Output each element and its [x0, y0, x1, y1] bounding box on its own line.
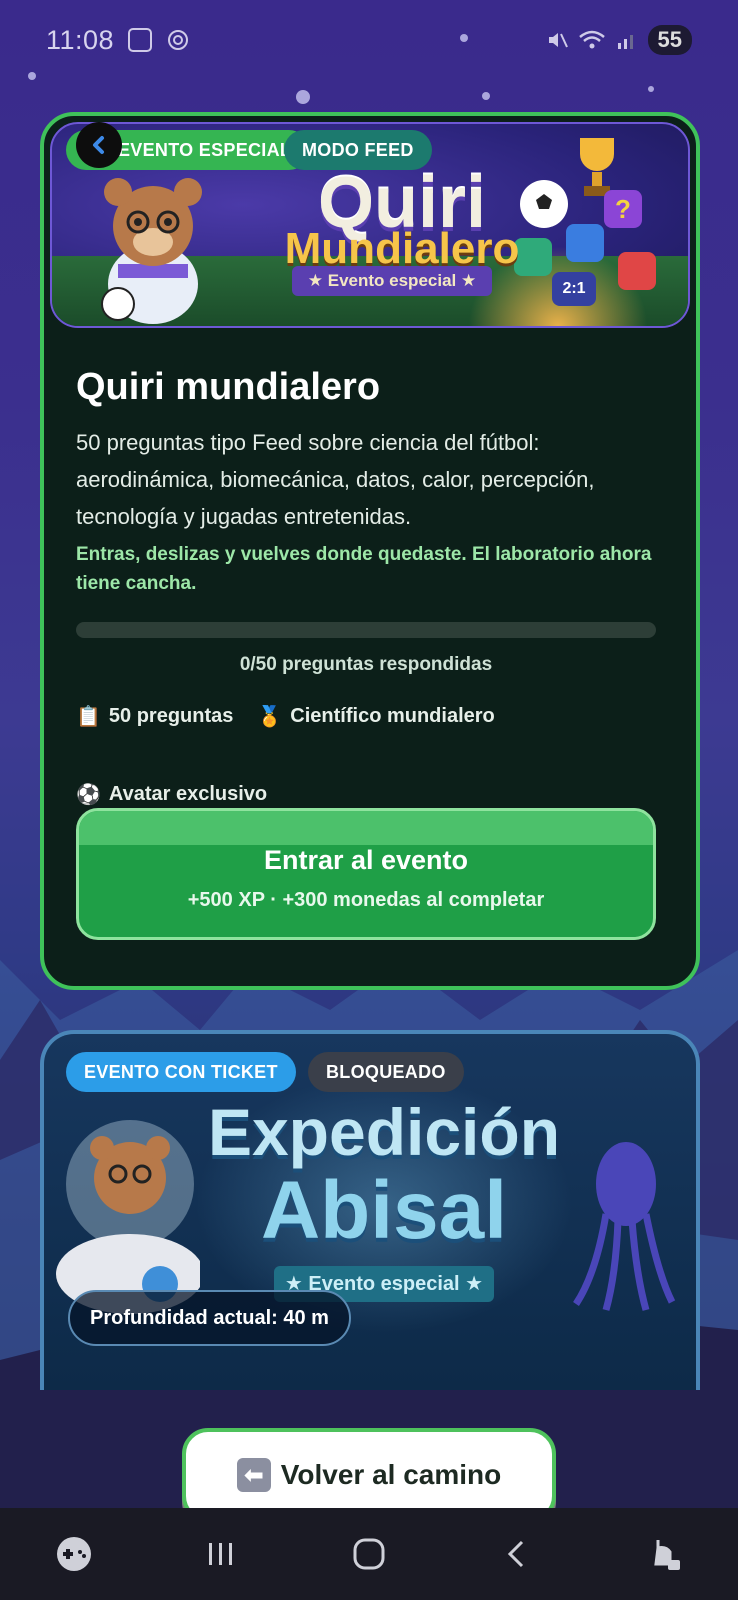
recent-apps-icon[interactable] — [191, 1524, 251, 1584]
squid-illustration — [573, 1142, 676, 1311]
back-icon[interactable] — [487, 1524, 547, 1584]
screenshot-icon — [128, 28, 153, 52]
enter-event-label: Entrar al evento — [263, 845, 469, 875]
banner-ribbon: ★ Evento especial ★ — [292, 266, 492, 296]
meta-badge: 🏅 Científico mundialero — [257, 704, 494, 729]
enter-event-button[interactable]: Entrar al evento +500 XP · +300 monedas … — [76, 808, 656, 940]
icon-tile-whistle — [566, 224, 604, 262]
icon-tile-score: 2:1 — [552, 272, 596, 306]
battery-indicator: 55 — [647, 25, 692, 55]
icon-tile-question: ? — [604, 190, 642, 228]
meta-avatar-reward: ⚽ Avatar exclusivo — [76, 782, 267, 807]
event-card-quiri-mundialero: ? 2:1 Quiri Mundialero ★ Evento especial… — [40, 112, 700, 990]
gamepad-icon[interactable] — [44, 1524, 104, 1584]
meta-questions: 📋 50 preguntas — [76, 704, 233, 729]
event-description: 50 preguntas tipo Feed sobre ciencia del… — [76, 430, 595, 529]
meta-badge-label: Científico mundialero — [290, 705, 495, 727]
event-meta-row: 📋 50 preguntas 🏅 Científico mundialero — [76, 704, 495, 729]
status-time: 11:08 — [46, 24, 115, 55]
banner2-title-line2: Abisal — [260, 1165, 508, 1256]
signal-icon — [617, 35, 633, 49]
meta-questions-label: 50 preguntas — [108, 705, 234, 727]
event-progress-bar — [76, 622, 656, 638]
back-to-path-label: Volver al camino — [280, 1459, 502, 1490]
submarine-bear-illustration — [56, 1120, 200, 1314]
accessibility-icon[interactable] — [634, 1524, 694, 1584]
event-progress-label: 0/50 preguntas respondidas — [239, 654, 493, 675]
back-button[interactable] — [76, 122, 122, 168]
system-nav-bar — [0, 1508, 738, 1600]
home-icon[interactable] — [339, 1524, 399, 1584]
banner2-title-line1: Expedición — [207, 1095, 561, 1169]
depth-indicator: Profundidad actual: 40 m — [68, 1290, 351, 1346]
badge-feed-mode: MODO FEED — [284, 130, 432, 170]
badge-locked: BLOQUEADO — [308, 1052, 464, 1092]
mute-icon — [548, 33, 568, 48]
arrow-left-icon: ⬅ — [236, 1458, 271, 1492]
enter-event-reward: +500 XP · +300 monedas al completar — [187, 889, 545, 911]
clipboard-icon: 📋 — [76, 706, 101, 728]
meta-avatar-label: Avatar exclusivo — [108, 783, 268, 805]
wifi-icon — [578, 30, 605, 49]
event-highlight: Entras, deslizas y vuelves donde quedast… — [76, 544, 652, 594]
bear-mascot-illustration — [101, 178, 202, 324]
medal-icon: 🏅 — [257, 706, 283, 728]
soccer-ball-icon: ⚽ — [76, 784, 101, 806]
openai-icon — [168, 30, 189, 50]
event-title: Quiri mundialero — [76, 366, 381, 408]
icon-tile-flag — [618, 252, 656, 290]
chevron-left-icon — [93, 136, 104, 154]
badge-ticket-event: EVENTO CON TICKET — [66, 1052, 296, 1092]
status-bar: 11:08 55 — [0, 0, 738, 80]
